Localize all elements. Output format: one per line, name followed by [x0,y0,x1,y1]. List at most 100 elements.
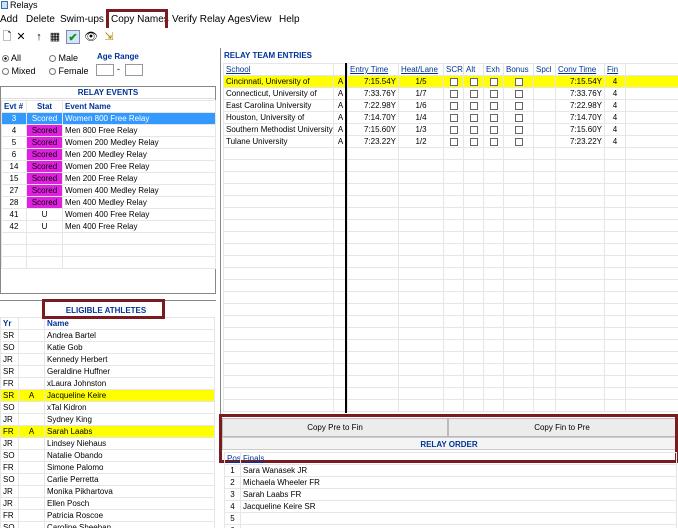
relay-order-row[interactable]: 3 Sarah Laabs FR [224,488,677,501]
team-entry-row[interactable]: Southern Methodist University A 7:15.60Y 1/… [223,123,678,136]
radio-all[interactable]: All [2,53,21,63]
relay-event-row[interactable]: 3 Scored Women 800 Free Relay [1,112,216,125]
col-entry-time[interactable]: Entry Time [347,63,399,76]
relay-event-row[interactable]: 27 Scored Women 400 Medley Relay [1,184,216,197]
relay-order-row[interactable]: 6 [224,524,677,528]
export-icon[interactable]: ⇲ [102,30,116,44]
col-exh[interactable]: Exh [483,63,504,76]
col-fin[interactable]: Fin [604,63,626,76]
alt-checkbox[interactable] [469,101,478,110]
delete-x-icon[interactable]: ✕ [14,30,28,44]
exh-checkbox[interactable] [489,101,498,110]
col-conv-time[interactable]: Conv Time [555,63,605,76]
athlete-row[interactable]: SR Geraldine Huffner [0,365,215,378]
relay-event-row[interactable]: 28 Scored Men 400 Medley Relay [1,196,216,209]
team-entry-row[interactable]: Tulane University A 7:23.22Y 1/2 7:23.22Y 4 [223,135,678,148]
menu-add[interactable]: Add [0,12,18,28]
relay-event-row[interactable]: 6 Scored Men 200 Medley Relay [1,148,216,161]
athlete-row[interactable]: SO xTal Kidron [0,401,215,414]
relay-event-row[interactable]: 42 U Men 400 Free Relay [1,220,216,233]
col-spcl[interactable]: Spcl [533,63,556,76]
exh-checkbox[interactable] [489,77,498,86]
col-bonus[interactable]: Bonus [503,63,534,76]
relay-order-row[interactable]: 4 Jacqueline Keire SR [224,500,677,513]
team-entry-row[interactable]: Cincinnati, University of A 7:15.54Y 1/5 7:1… [223,75,678,88]
athlete-row[interactable]: JR Sydney King [0,413,215,426]
scr-checkbox[interactable] [449,101,458,110]
exh-checkbox[interactable] [489,113,498,122]
copy-fin-to-pre-button[interactable]: Copy Fin to Pre [448,418,676,437]
relay-event-row[interactable]: 41 U Women 400 Free Relay [1,208,216,221]
exh-checkbox[interactable] [489,125,498,134]
athlete-row[interactable]: JR Lindsey Niehaus [0,437,215,450]
col-alt[interactable]: Alt [463,63,484,76]
menu-delete[interactable]: Delete [26,12,55,28]
alt-checkbox[interactable] [469,113,478,122]
scr-checkbox[interactable] [449,77,458,86]
bonus-checkbox[interactable] [514,101,523,110]
grid-icon[interactable]: ▦ [48,30,62,44]
col-event-name[interactable]: Event Name [62,100,216,113]
up-arrow-icon[interactable]: ↑ [32,30,46,44]
radio-female[interactable]: Female [49,66,89,76]
scr-checkbox[interactable] [449,113,458,122]
scr-checkbox[interactable] [449,125,458,134]
bonus-checkbox[interactable] [514,113,523,122]
alt-checkbox[interactable] [469,125,478,134]
relay-order-row[interactable]: 5 [224,512,677,525]
col-heat-lane[interactable]: Heat/Lane [398,63,444,76]
check-icon[interactable]: ✔ [66,30,80,44]
alt-checkbox[interactable] [469,89,478,98]
relay-order-row[interactable]: 1 Sara Wanasek JR [224,464,677,477]
bonus-checkbox[interactable] [514,137,523,146]
exh-checkbox[interactable] [489,137,498,146]
new-icon[interactable]: 🗋 [0,30,14,44]
radio-male[interactable]: Male [49,53,78,63]
col-finals[interactable]: Finals [240,452,677,465]
relay-event-row[interactable]: 4 Scored Men 800 Free Relay [1,124,216,137]
age-to-input[interactable] [125,64,143,76]
alt-checkbox[interactable] [469,137,478,146]
athlete-row[interactable]: SO Natalie Obando [0,449,215,462]
col-stat[interactable]: Stat [26,100,63,113]
age-from-input[interactable] [96,64,114,76]
alt-checkbox[interactable] [469,77,478,86]
athlete-row[interactable]: JR Ellen Posch [0,497,215,510]
menu-verify-relay-ages[interactable]: Verify Relay Ages [172,12,250,28]
scr-checkbox[interactable] [449,137,458,146]
team-entry-row[interactable]: Connecticut, University of A 7:33.76Y 1/7 7:… [223,87,678,100]
bonus-checkbox[interactable] [514,89,523,98]
col-pos[interactable]: Pos [224,452,241,465]
menu-view[interactable]: View [250,12,272,28]
athlete-row[interactable]: FR Patricia Roscoe [0,509,215,522]
athlete-row[interactable]: JR Monika Pikhartova [0,485,215,498]
athlete-row[interactable]: SO Carlie Perretta [0,473,215,486]
col-school[interactable]: School [223,63,334,76]
relay-event-row[interactable]: 14 Scored Women 200 Free Relay [1,160,216,173]
team-entry-row[interactable]: Houston, University of A 7:14.70Y 1/4 7:14.7… [223,111,678,124]
bonus-checkbox[interactable] [514,125,523,134]
team-entry-row[interactable]: East Carolina University A 7:22.98Y 1/6 7:22… [223,99,678,112]
col-name[interactable]: Name [44,317,215,330]
bonus-checkbox[interactable] [514,77,523,86]
scr-checkbox[interactable] [449,89,458,98]
athlete-row[interactable]: SR Andrea Bartel [0,329,215,342]
relay-order-row[interactable]: 2 Michaela Wheeler FR [224,476,677,489]
relay-event-row[interactable]: 15 Scored Men 200 Free Relay [1,172,216,185]
col-yr[interactable]: Yr [0,317,19,330]
menu-help[interactable]: Help [279,12,300,28]
athlete-row[interactable]: SO Caroline Sheehan [0,521,215,528]
athlete-row[interactable]: FR Simone Palomo [0,461,215,474]
exh-checkbox[interactable] [489,89,498,98]
athlete-row[interactable]: JR Kennedy Herbert [0,353,215,366]
copy-pre-to-fin-button[interactable]: Copy Pre to Fin [222,418,448,437]
col-scr[interactable]: SCR [443,63,464,76]
athlete-row[interactable]: FR xLaura Johnston [0,377,215,390]
athlete-row[interactable]: SO Katie Gob [0,341,215,354]
menu-copy-names[interactable]: Copy Names [111,12,169,28]
col-evt[interactable]: Evt # [1,100,27,113]
athlete-row[interactable]: SR A Jacqueline Keire [0,389,215,402]
relay-event-row[interactable]: 5 Scored Women 200 Medley Relay [1,136,216,149]
col-flag[interactable] [18,317,45,330]
radio-mixed[interactable]: Mixed [2,66,36,76]
